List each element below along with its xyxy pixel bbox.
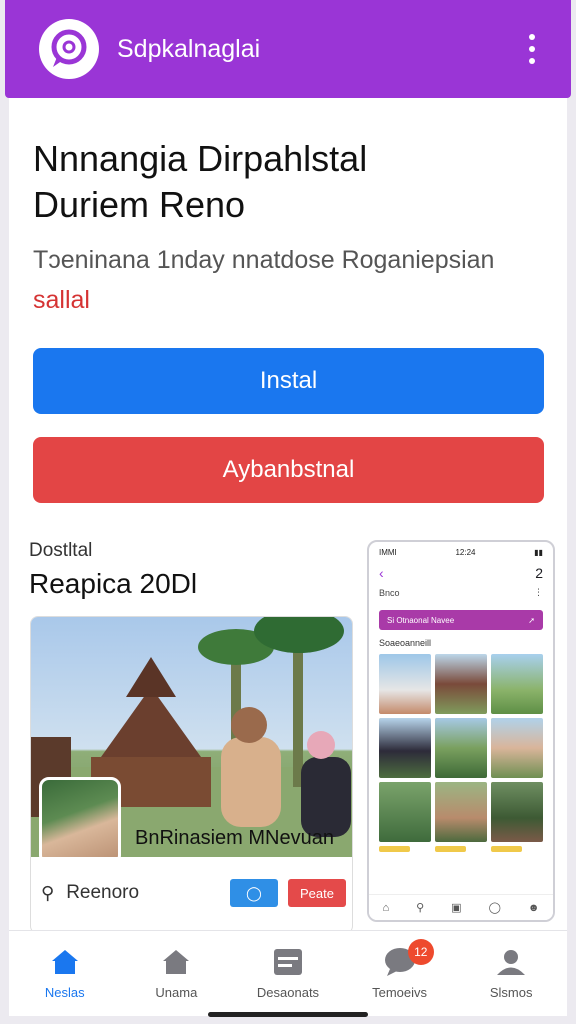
nav-item-profile[interactable]: Slsmos (455, 931, 567, 1016)
phone-header-num: 2 (535, 565, 543, 581)
grid-photo (435, 782, 487, 852)
nav-label: Neslas (44, 985, 85, 1000)
chip-red-button[interactable]: Peate (288, 879, 346, 907)
phone-banner: Si Otnaonal Navee ➚ (379, 610, 543, 630)
grid-photo (379, 718, 431, 788)
grid-photo (491, 782, 543, 852)
hero-subtitle: Tɔeninana 1nday nnatdose Roganiepsian (33, 246, 495, 274)
phone-bottom-nav: ⌂ ⚲ ▣ ◯ ☻ (369, 894, 553, 920)
grid-photo (491, 654, 543, 724)
grid-photo (435, 718, 487, 788)
phone-chat-icon: ◯ (488, 902, 501, 914)
app-bar: Sdpkalnaglai (5, 0, 571, 98)
phone-banner-label: Si Otnaonal Navee (387, 615, 455, 625)
nav-label: Slsmos (489, 985, 533, 1000)
phone-header: ‹ 2 (369, 557, 553, 581)
feature-card[interactable]: BnRinasiem MNevuan ⚲ Reenoro ◯ Peate (30, 616, 353, 934)
phone-photo-grid (369, 648, 553, 852)
section-label: Dostltal (29, 540, 93, 561)
nav-label: Desaonats (256, 985, 320, 1000)
nav-item-list[interactable]: Desaonats (232, 931, 344, 1016)
headline-line-2: Duriem Reno (33, 184, 246, 225)
feature-caption: BnRinasiem MNevuan (135, 827, 334, 849)
phone-status-time: 12:24 (455, 548, 476, 557)
overflow-menu-icon[interactable] (523, 28, 541, 70)
hero-headline: Nnnangia Dirpahlstal Duriem Reno (33, 136, 367, 228)
grid-photo (379, 782, 431, 852)
home-indicator (208, 1012, 368, 1017)
grid-photo (491, 718, 543, 788)
section-title: Reapica 20Dl (29, 568, 198, 599)
list-card-icon (271, 947, 305, 977)
chat-bubble-logo-icon (39, 19, 99, 79)
nav-item-messages[interactable]: 12 Temoeivs (344, 931, 456, 1016)
phone-add-icon: ▣ (451, 902, 462, 914)
nav-label: Temoeivs (372, 985, 428, 1000)
notification-badge: 12 (407, 939, 434, 965)
phone-home-icon: ⌂ (382, 901, 390, 914)
phone-status-bar: IMMI 12:24 ▮▮ (369, 542, 553, 557)
phone-more-icon: ⋮ (534, 587, 543, 597)
phone-grid-label: Soaeoanneill (379, 638, 432, 648)
store-icon (159, 947, 193, 977)
phone-preview: IMMI 12:24 ▮▮ ‹ 2 Bnco ⋮ Si Otnaonal Nav… (367, 540, 555, 922)
profile-icon (494, 947, 528, 977)
nav-item-home[interactable]: Neslas (9, 931, 121, 1016)
profile-photo (39, 777, 121, 857)
hero-subtitle-accent: sallal (33, 286, 90, 314)
feature-meta-row: ⚲ Reenoro ◯ Peate (41, 879, 346, 907)
headline-line-1: Nnnangia Dirpahlstal (33, 138, 368, 179)
nav-item-store[interactable]: Unama (121, 931, 233, 1016)
grid-photo (379, 654, 431, 724)
phone-profile-icon: ☻ (527, 901, 540, 914)
main-card: Nnnangia Dirpahlstal Duriem Reno Tɔenina… (9, 98, 567, 934)
home-icon (48, 947, 82, 977)
phone-subheader: Bnco ⋮ (369, 581, 553, 598)
bottom-nav: Neslas Unama Desaonats 12 Temoeivs Slsmo… (9, 930, 567, 1016)
grid-photo (435, 654, 487, 724)
back-icon: ‹ (379, 565, 384, 581)
app-title: Sdpkalnaglai (117, 34, 261, 63)
secondary-install-button[interactable]: Aybanbstnal (33, 437, 544, 503)
feature-image (31, 617, 352, 857)
signal-battery-icon: ▮▮ (534, 548, 543, 557)
nav-label: Unama (155, 985, 198, 1000)
install-button[interactable]: Instal (33, 348, 544, 414)
phone-search-icon: ⚲ (416, 902, 425, 914)
phone-status-left: IMMI (379, 548, 397, 557)
feature-meta-text: Reenoro (66, 882, 140, 903)
location-pin-icon: ⚲ (41, 882, 55, 903)
phone-header-sub: Bnco (379, 587, 400, 598)
arrow-icon: ➚ (528, 615, 535, 625)
chat-icon[interactable]: ◯ (230, 879, 278, 907)
